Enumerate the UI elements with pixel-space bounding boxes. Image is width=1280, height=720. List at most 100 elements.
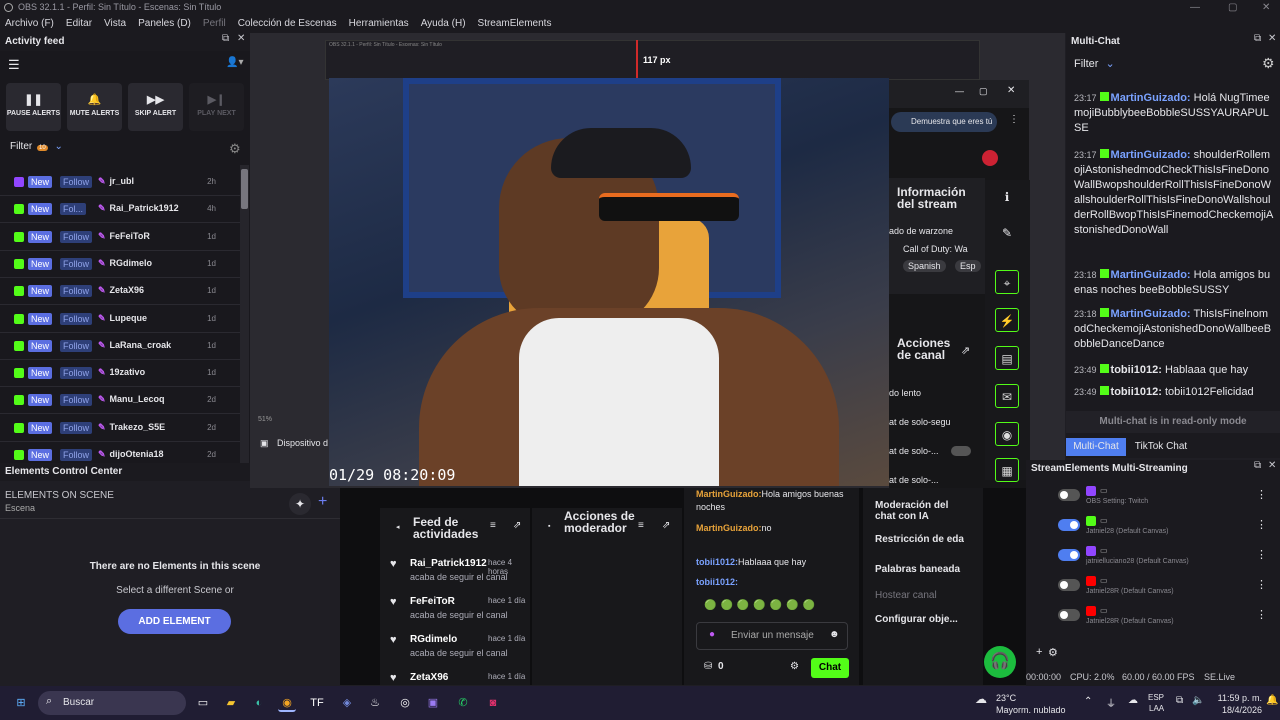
network-icon[interactable]: ⧉ — [1176, 695, 1183, 706]
host-channel[interactable]: Hostear canal — [875, 590, 937, 601]
banned-words[interactable]: Palabras baneada — [875, 564, 960, 575]
chat-bubble-icon[interactable]: ✉ — [995, 384, 1019, 408]
clock-time[interactable]: 11:59 p. m. — [1212, 693, 1262, 703]
collapse-icon[interactable]: ◂ — [396, 523, 400, 531]
popout-icon[interactable]: ⇗ — [961, 344, 970, 357]
stream-destination-row[interactable]: ▭ Jatniel28R (Default Canvas) ⋮ — [1056, 574, 1276, 600]
menu-streamelements[interactable]: StreamElements — [478, 15, 552, 33]
note-icon[interactable]: ▤ — [995, 346, 1019, 370]
language[interactable]: ESP — [1148, 693, 1164, 702]
minimize-button[interactable]: — — [1190, 0, 1200, 15]
close-button[interactable]: ✕ — [1262, 0, 1270, 15]
maximize-button[interactable]: ▢ — [1228, 0, 1237, 15]
stream-destination-row[interactable]: ▭ jatnielluciano28 (Default Canvas) ⋮ — [1056, 544, 1276, 570]
points-icon[interactable]: ⛁ — [704, 661, 712, 672]
pause-alerts-button[interactable]: ❚❚ PAUSE ALERTS — [6, 83, 61, 131]
info-icon[interactable]: ℹ — [995, 190, 1019, 204]
gear-icon[interactable]: ⚙ — [229, 141, 241, 157]
destination-toggle[interactable] — [1058, 609, 1080, 621]
gear-icon[interactable]: ⚙ — [790, 661, 799, 672]
activity-feed-row[interactable]: New Follow ✎ RGdimelo 1d — [0, 251, 240, 278]
action-item-4[interactable]: at de solo-... — [889, 475, 939, 485]
menu-escenas[interactable]: Colección de Escenas — [238, 15, 337, 33]
chat-send-button[interactable]: Chat — [811, 658, 849, 678]
hamburger-menu-icon[interactable]: ☰ — [8, 57, 20, 73]
activity-feed-row[interactable]: New Follow ✎ FeFeiToR 1d — [0, 224, 240, 251]
mute-alerts-button[interactable]: 🔔 MUTE ALERTS — [67, 83, 122, 131]
taskbar-search[interactable]: ⌕ Buscar — [38, 691, 186, 715]
toggle-switch[interactable] — [951, 446, 971, 456]
stream-destination-row[interactable]: ▭ Jatniel28 (Default Canvas) ⋮ — [1056, 514, 1276, 540]
skip-alert-button[interactable]: ▶▶ SKIP ALERT — [128, 83, 183, 131]
menu-perfil[interactable]: Perfil — [203, 15, 226, 33]
sparkle-icon[interactable]: ✦ — [289, 493, 311, 515]
menu-paneles[interactable]: Paneles (D) — [138, 15, 191, 33]
filter-icon[interactable]: ≡ — [638, 520, 644, 531]
tf-app-icon[interactable]: TF — [308, 694, 326, 712]
instagram-icon[interactable]: ◙ — [484, 694, 502, 712]
chat-input[interactable]: ● Enviar un mensaje ☻ — [696, 622, 848, 650]
broadcast-icon[interactable]: ◉ — [995, 422, 1019, 446]
stream-destination-row[interactable]: ▭ Jatniel28R (Default Canvas) ⋮ — [1056, 604, 1276, 630]
filter-icon[interactable]: ≡ — [490, 520, 496, 531]
collapse-icon[interactable]: ▪ — [548, 523, 550, 530]
minimize-icon[interactable]: — — [955, 86, 964, 96]
tag-esp[interactable]: Esp — [955, 260, 981, 272]
stream-destination-row[interactable]: ▭ OBS Setting: Twitch ⋮ — [1056, 484, 1276, 510]
more-icon[interactable]: ⋮ — [1256, 488, 1267, 501]
activity-feed-row[interactable]: New Fol... ✎ Rai_Patrick1912 4h — [0, 196, 240, 224]
add-icon[interactable]: + — [1036, 646, 1042, 658]
headset-support-icon[interactable]: 🎧 — [984, 646, 1016, 678]
age-restriction[interactable]: Restricción de eda — [875, 534, 964, 545]
filter-row[interactable]: Filter 10 ⌄ — [10, 141, 63, 152]
close-icon[interactable]: ✕ — [237, 33, 245, 44]
printer-icon[interactable]: ▦ — [995, 458, 1019, 482]
emoji-icon[interactable]: ☻ — [829, 629, 840, 640]
menu-editar[interactable]: Editar — [66, 15, 92, 33]
tab-tiktok-chat[interactable]: TikTok Chat — [1126, 438, 1196, 456]
destination-toggle[interactable] — [1058, 489, 1080, 501]
play-next-button[interactable]: ▶❙ PLAY NEXT — [189, 83, 244, 131]
multichat-filter[interactable]: Filter ⌄ — [1074, 57, 1115, 70]
whatsapp-icon[interactable]: ✆ — [454, 694, 472, 712]
scrollbar[interactable] — [240, 165, 249, 463]
cloud-icon[interactable]: ☁ — [1128, 695, 1138, 706]
undock-icon[interactable]: ⧉ — [1254, 460, 1261, 471]
notifications-icon[interactable]: 🔔 — [1266, 695, 1278, 706]
more-icon[interactable]: ⋮ — [1256, 548, 1267, 561]
menu-ayuda[interactable]: Ayuda (H) — [421, 15, 466, 33]
action-item-3[interactable]: at de solo-... — [889, 446, 939, 456]
undock-icon[interactable]: ⧉ — [1254, 33, 1261, 44]
close-icon[interactable]: ✕ — [1268, 33, 1276, 44]
activity-feed-row[interactable]: New Follow ✎ Manu_Lecoq 2d — [0, 387, 240, 415]
maximize-icon[interactable]: ▢ — [979, 86, 988, 97]
activity-feed-row[interactable]: New Follow ✎ ZetaX96 1d — [0, 278, 240, 306]
action-item-2[interactable]: at de solo-segu — [889, 417, 951, 427]
destination-toggle[interactable] — [1058, 549, 1080, 561]
volume-icon[interactable]: 🔈 — [1192, 695, 1204, 706]
activity-feed-row[interactable]: New Follow ✎ Trakezo_S5E 2d — [0, 415, 240, 442]
file-explorer-icon[interactable]: ▰ — [222, 694, 240, 712]
tab-multichat[interactable]: Multi-Chat — [1066, 438, 1126, 456]
menu-herramientas[interactable]: Herramientas — [349, 15, 409, 33]
tag-spanish[interactable]: Spanish — [903, 260, 946, 272]
close-icon[interactable]: ✕ — [1007, 85, 1015, 96]
gear-icon[interactable]: ⚙ — [1262, 55, 1275, 72]
verify-button[interactable]: Demuestra que eres tú — [891, 112, 997, 132]
usb-icon[interactable]: ⏚ — [1106, 695, 1116, 710]
more-icon[interactable]: ⋮ — [1256, 608, 1267, 621]
webcam-preview[interactable]: 01/29 08:20:09 — [329, 78, 889, 486]
avatar[interactable] — [982, 150, 998, 166]
add-element-button[interactable]: ADD ELEMENT — [118, 609, 231, 634]
menu-vista[interactable]: Vista — [104, 15, 126, 33]
activity-feed-row[interactable]: New Follow ✎ LaRana_croak 1d — [0, 333, 240, 360]
windows-start-icon[interactable]: ⊞ — [12, 694, 30, 712]
steam-icon[interactable]: ♨ — [366, 694, 384, 712]
undock-icon[interactable]: ⧉ — [222, 33, 229, 44]
configure-goal[interactable]: Configurar obje... — [875, 614, 958, 625]
chevron-up-icon[interactable]: ⌃ — [1084, 696, 1092, 707]
activity-feed-row[interactable]: New Follow ✎ 19zativo 1d — [0, 360, 240, 388]
activity-feed-row[interactable]: New Follow ✎ jr_ubl 2h — [0, 169, 240, 196]
gear-icon[interactable]: ⚙ — [1048, 646, 1058, 659]
ai-moderation[interactable]: Moderación del chat con IA — [875, 500, 955, 522]
